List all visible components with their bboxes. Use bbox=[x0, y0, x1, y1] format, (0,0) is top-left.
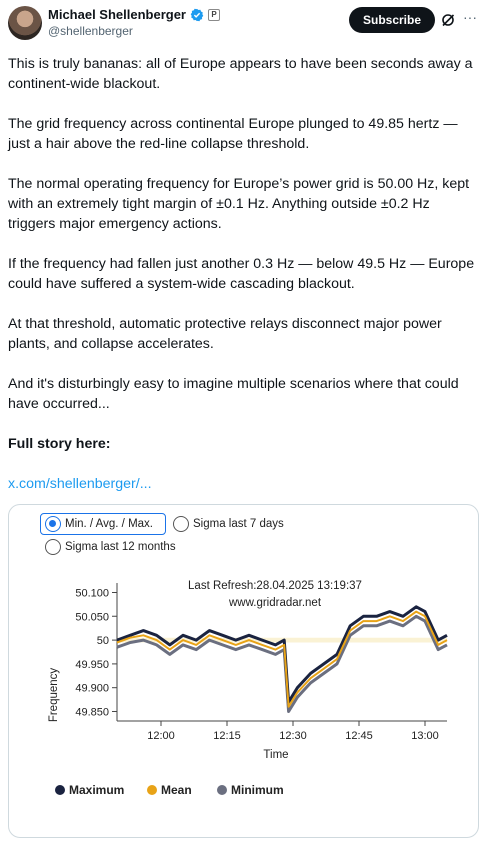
y-tick-label: 49.900 bbox=[75, 683, 109, 695]
grok-icon[interactable] bbox=[440, 12, 456, 28]
y-tick-label: 50 bbox=[97, 635, 109, 647]
tweet-paragraph: And it's disturbingly easy to imagine mu… bbox=[8, 376, 459, 412]
x-tick-label: 13:00 bbox=[411, 730, 439, 742]
series-line-mean bbox=[116, 610, 448, 708]
full-story-label: Full story here: bbox=[8, 436, 111, 452]
tweet-paragraph: At that threshold, automatic protective … bbox=[8, 316, 442, 352]
media-card[interactable]: Min. / Avg. / Max. Sigma last 7 days Sig… bbox=[8, 504, 479, 838]
radio-sigma7-label: Sigma last 7 days bbox=[193, 518, 284, 530]
radio-sigma7[interactable]: Sigma last 7 days bbox=[173, 516, 284, 532]
author-handle[interactable]: @shellenberger bbox=[48, 24, 133, 38]
y-tick-label: 49.950 bbox=[75, 659, 109, 671]
more-icon[interactable]: ··· bbox=[463, 10, 477, 26]
y-tick-label: 50.050 bbox=[75, 611, 109, 623]
radio-minavgmax[interactable]: Min. / Avg. / Max. bbox=[45, 516, 153, 532]
subscribe-button[interactable]: Subscribe bbox=[349, 7, 435, 33]
verified-badge-icon bbox=[190, 8, 204, 21]
radio-selected-icon bbox=[45, 516, 61, 532]
legend-label-mean: Mean bbox=[161, 783, 192, 797]
frequency-chart: Last Refresh:28.04.2025 13:19:37 www.gri… bbox=[48, 580, 448, 797]
x-axis-label: Time bbox=[263, 749, 288, 761]
author-row: Michael Shellenberger P bbox=[48, 7, 220, 22]
x-tick-label: 12:15 bbox=[213, 730, 241, 742]
x-tick-label: 12:45 bbox=[345, 730, 373, 742]
legend-marker-maximum bbox=[55, 785, 65, 795]
legend-marker-minimum bbox=[217, 785, 227, 795]
y-tick-label: 49.850 bbox=[75, 706, 109, 718]
x-tick-label: 12:00 bbox=[147, 730, 175, 742]
legend-marker-mean bbox=[147, 785, 157, 795]
last-refresh-text: Last Refresh:28.04.2025 13:19:37 bbox=[188, 580, 362, 592]
avatar[interactable] bbox=[8, 6, 42, 40]
y-axis-label: Frequency bbox=[48, 668, 60, 723]
legend-label-maximum: Maximum bbox=[69, 783, 124, 797]
radio-minavgmax-label: Min. / Avg. / Max. bbox=[65, 518, 153, 530]
tweet-paragraph: This is truly bananas: all of Europe app… bbox=[8, 56, 473, 92]
tweet-paragraph: The normal operating frequency for Europ… bbox=[8, 176, 470, 232]
series-line-minimum bbox=[116, 614, 448, 713]
tweet-body: This is truly bananas: all of Europe app… bbox=[8, 54, 480, 514]
tweet-paragraph: If the frequency had fallen just another… bbox=[8, 256, 475, 292]
radio-unselected-icon bbox=[45, 539, 61, 555]
author-name[interactable]: Michael Shellenberger bbox=[48, 7, 186, 22]
chart-card: Min. / Avg. / Max. Sigma last 7 days Sig… bbox=[37, 507, 457, 827]
radio-sigma12-label: Sigma last 12 months bbox=[65, 541, 176, 553]
source-text: www.gridradar.net bbox=[228, 597, 322, 609]
radio-sigma12[interactable]: Sigma last 12 months bbox=[45, 539, 176, 555]
tweet-paragraph: The grid frequency across continental Eu… bbox=[8, 116, 458, 152]
story-link[interactable]: x.com/shellenberger/... bbox=[8, 474, 480, 494]
affiliate-badge: P bbox=[208, 8, 220, 21]
y-tick-label: 50.100 bbox=[75, 588, 109, 600]
series-line-maximum bbox=[116, 605, 448, 704]
x-tick-label: 12:30 bbox=[279, 730, 307, 742]
radio-unselected-icon bbox=[173, 516, 189, 532]
legend-label-minimum: Minimum bbox=[231, 783, 284, 797]
